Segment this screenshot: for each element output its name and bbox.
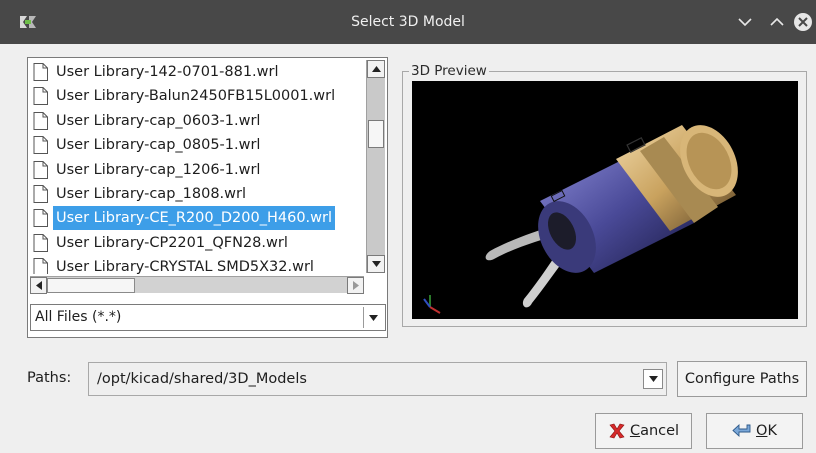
document-icon xyxy=(33,63,48,81)
triangle-right-icon xyxy=(352,281,359,290)
document-icon xyxy=(33,111,48,130)
file-list-item[interactable]: User Library-cap_1206-1.wrl xyxy=(30,158,364,182)
window-title: Select 3D Model xyxy=(351,14,465,30)
file-list[interactable]: User Library-142-0701-881.wrl User Librar… xyxy=(30,60,364,274)
file-list-item-label: User Library-cap_0603-1.wrl xyxy=(56,112,261,129)
paths-dropdown-button[interactable] xyxy=(643,369,663,389)
scroll-right-button[interactable] xyxy=(347,277,364,294)
close-icon xyxy=(794,13,812,31)
file-list-item-label: User Library-CRYSTAL SMD5X32.wrl xyxy=(56,259,314,274)
title-bar: Select 3D Model xyxy=(0,0,816,44)
scroll-down-button[interactable] xyxy=(367,255,385,273)
document-icon xyxy=(33,184,48,203)
configure-paths-button[interactable]: Configure Paths xyxy=(677,361,807,397)
triangle-up-icon xyxy=(371,66,381,72)
file-list-item[interactable]: User Library-CP2201_QFN28.wrl xyxy=(30,231,364,255)
chevron-down-icon xyxy=(738,18,752,27)
horizontal-scroll-thumb[interactable] xyxy=(47,278,135,293)
file-list-item-label: User Library-cap_1206-1.wrl xyxy=(56,161,261,178)
file-list-item[interactable]: User Library-cap_1808.wrl xyxy=(30,182,364,206)
file-list-item-label: User Library-CP2201_QFN28.wrl xyxy=(56,234,288,251)
file-list-item[interactable]: User Library-cap_0805-1.wrl xyxy=(30,133,364,157)
file-list-item[interactable]: User Library-Balun2450FB15L0001.wrl xyxy=(30,84,364,108)
maximize-button[interactable] xyxy=(766,11,788,33)
close-button[interactable] xyxy=(792,11,814,33)
file-browser-panel: User Library-142-0701-881.wrl User Librar… xyxy=(27,57,388,338)
file-list-item[interactable]: User Library-CRYSTAL SMD5X32.wrl xyxy=(30,255,364,274)
minimize-button[interactable] xyxy=(734,11,756,33)
file-list-item-label: User Library-Balun2450FB15L0001.wrl xyxy=(56,88,336,105)
file-list-item[interactable]: User Library-142-0701-881.wrl xyxy=(30,60,364,84)
cancel-label-rest: ancel xyxy=(640,423,680,439)
vertical-scrollbar[interactable] xyxy=(366,60,385,273)
scroll-up-button[interactable] xyxy=(367,60,385,78)
horizontal-scrollbar[interactable] xyxy=(30,276,364,294)
triangle-down-icon xyxy=(371,261,381,267)
file-list-item-label: User Library-CE_R200_D200_H460.wrl xyxy=(53,206,336,231)
file-type-filter[interactable]: All Files (*.*) xyxy=(30,304,386,331)
document-icon xyxy=(33,87,48,106)
file-list-item-label: User Library-cap_0805-1.wrl xyxy=(56,137,261,154)
paths-combo-value: /opt/kicad/shared/3D_Models xyxy=(97,371,307,387)
chevron-up-icon xyxy=(770,17,784,26)
file-list-item-label: User Library-cap_1808.wrl xyxy=(56,185,247,202)
ok-mnemonic: O xyxy=(756,423,768,439)
cancel-button[interactable]: Cancel xyxy=(595,413,692,449)
preview-title: 3D Preview xyxy=(409,63,489,79)
document-icon xyxy=(33,233,48,252)
file-list-item[interactable]: User Library-cap_0603-1.wrl xyxy=(30,109,364,133)
preview-canvas[interactable] xyxy=(412,81,798,319)
scroll-left-button[interactable] xyxy=(30,277,47,294)
file-list-item-label: User Library-142-0701-881.wrl xyxy=(56,64,279,80)
cancel-mnemonic: C xyxy=(629,423,641,439)
paths-combo[interactable]: /opt/kicad/shared/3D_Models xyxy=(88,362,667,396)
document-icon xyxy=(33,160,48,179)
cancel-x-icon xyxy=(608,422,626,440)
capacitor-3d-model xyxy=(423,125,738,314)
paths-label: Paths: xyxy=(27,370,72,386)
triangle-down-icon xyxy=(648,376,658,382)
file-type-filter-value: All Files (*.*) xyxy=(35,309,122,325)
ok-label: OK xyxy=(756,423,777,439)
enter-arrow-icon xyxy=(732,423,752,439)
ok-button[interactable]: OK xyxy=(706,413,803,449)
filter-dropdown-button[interactable] xyxy=(363,307,383,328)
cancel-label: Cancel xyxy=(630,423,679,439)
document-icon xyxy=(33,209,48,228)
triangle-left-icon xyxy=(35,281,42,290)
vertical-scroll-thumb[interactable] xyxy=(368,120,384,148)
document-icon xyxy=(33,136,48,155)
ok-label-rest: K xyxy=(767,423,777,439)
document-icon xyxy=(33,258,48,274)
triangle-down-icon xyxy=(369,314,378,321)
file-list-item[interactable]: User Library-CE_R200_D200_H460.wrl xyxy=(30,206,364,231)
